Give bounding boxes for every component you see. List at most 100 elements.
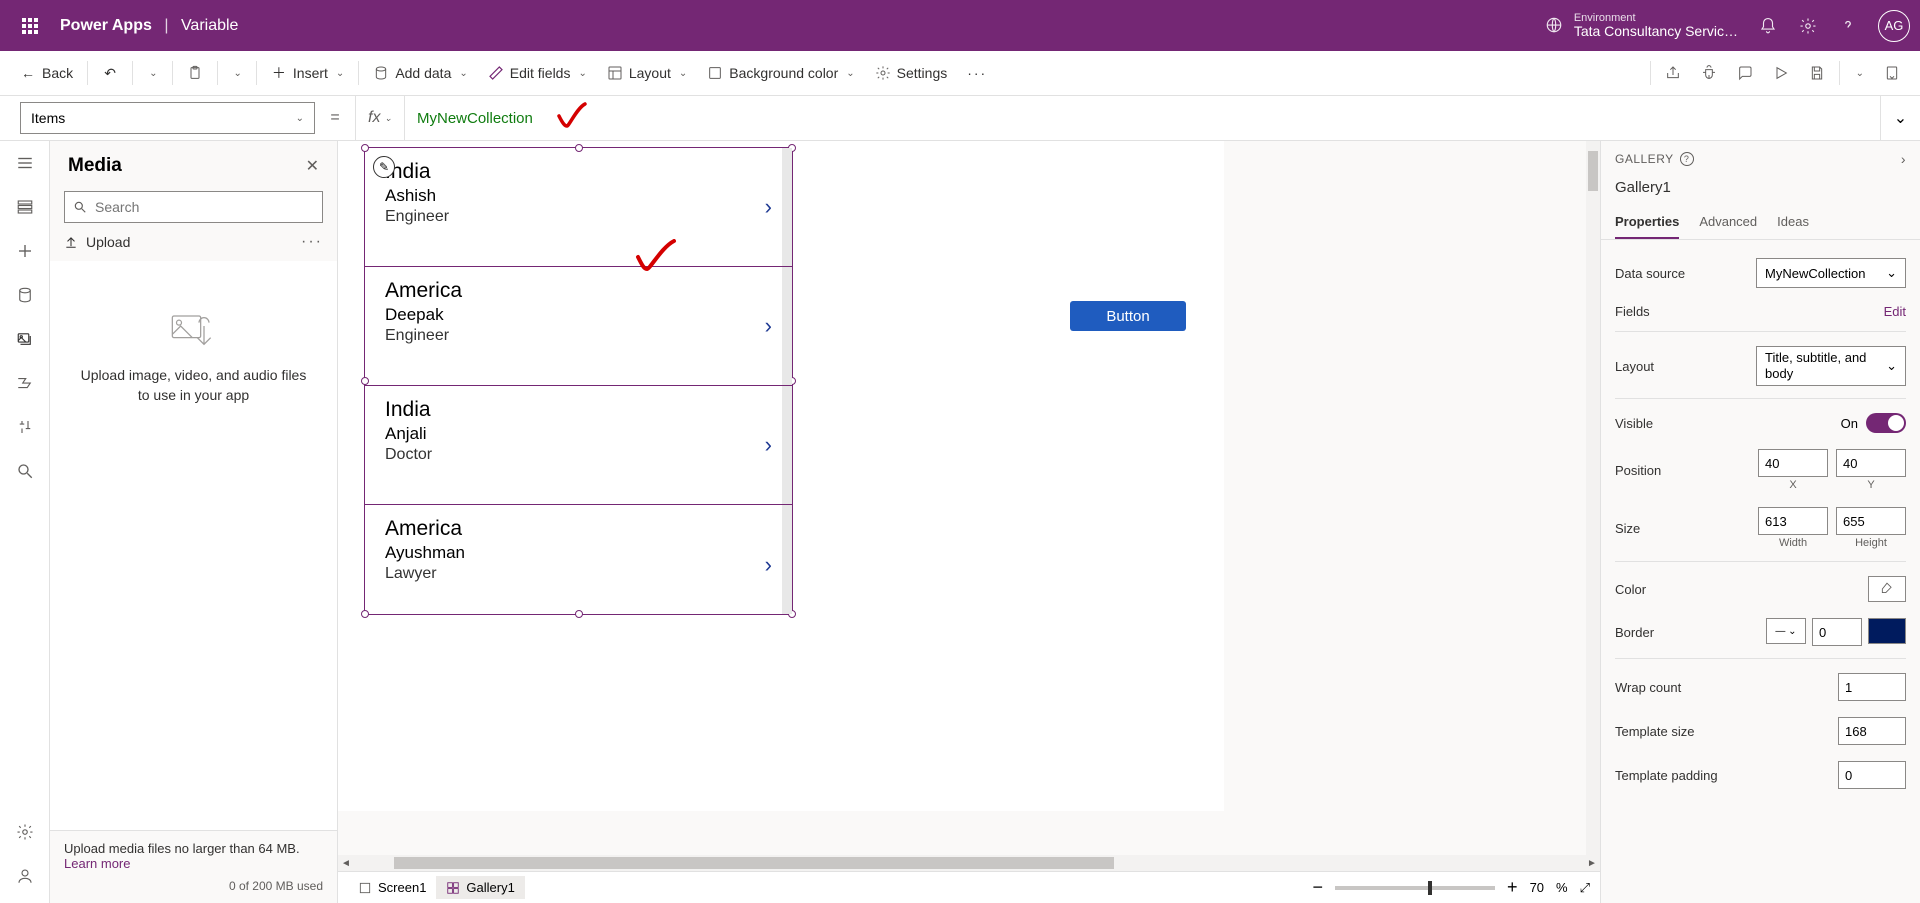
border-width-input[interactable] — [1812, 618, 1862, 646]
publish-button[interactable] — [1874, 59, 1910, 87]
chevron-right-icon[interactable]: › — [765, 552, 772, 578]
color-picker[interactable] — [1868, 576, 1906, 602]
tab-advanced[interactable]: Advanced — [1699, 206, 1757, 239]
visible-label: Visible — [1615, 416, 1653, 431]
media-rail-icon[interactable] — [13, 327, 37, 351]
layout-button[interactable]: Layout ⌄ — [597, 59, 697, 87]
gallery-control[interactable]: ✎ India Ashish Engineer › America Deepak — [364, 147, 793, 615]
help-icon[interactable] — [1838, 16, 1858, 36]
settings-gear-icon[interactable] — [1798, 16, 1818, 36]
hamburger-icon[interactable] — [13, 151, 37, 175]
edit-fields-button[interactable]: Edit fields ⌄ — [478, 59, 597, 87]
property-selector[interactable]: Items ⌄ — [20, 102, 315, 134]
data-rail-icon[interactable] — [13, 283, 37, 307]
item-body: Engineer — [385, 327, 772, 345]
data-source-select[interactable]: MyNewCollection⌄ — [1756, 258, 1906, 288]
chevron-right-icon[interactable]: › — [765, 313, 772, 339]
media-search-input[interactable] — [95, 199, 314, 215]
item-subtitle: Ashish — [385, 186, 772, 206]
save-button[interactable] — [1799, 59, 1835, 87]
save-dropdown[interactable]: ⌄ — [1844, 62, 1874, 85]
power-automate-icon[interactable] — [13, 371, 37, 395]
fx-button[interactable]: fx ⌄ — [355, 96, 405, 141]
template-padding-input[interactable] — [1838, 761, 1906, 789]
formula-expand[interactable]: ⌄ — [1880, 96, 1920, 141]
clipboard-icon — [187, 65, 203, 81]
height-input[interactable] — [1836, 507, 1906, 535]
variables-icon[interactable] — [13, 415, 37, 439]
settings-rail-icon[interactable] — [13, 820, 37, 844]
tab-ideas[interactable]: Ideas — [1777, 206, 1809, 239]
zoom-slider[interactable] — [1335, 886, 1495, 890]
app-checker-button[interactable] — [1691, 59, 1727, 87]
gallery-icon — [446, 881, 460, 895]
insert-rail-icon[interactable] — [13, 239, 37, 263]
position-y-input[interactable] — [1836, 449, 1906, 477]
insert-button[interactable]: ＋ Insert ⌄ — [261, 59, 354, 87]
breadcrumb-gallery[interactable]: Gallery1 — [436, 876, 524, 899]
design-canvas[interactable]: ✎ India Ashish Engineer › America Deepak — [338, 141, 1224, 811]
upload-button[interactable]: Upload — [64, 234, 130, 250]
info-icon[interactable]: ? — [1680, 152, 1694, 166]
panel-expand-icon[interactable]: › — [1901, 151, 1906, 167]
fit-to-window-icon[interactable]: ⤢ — [1580, 880, 1590, 896]
gallery-item[interactable]: India Ashish Engineer › — [365, 148, 792, 267]
tab-properties[interactable]: Properties — [1615, 206, 1679, 239]
brand-title: Power Apps | Variable — [60, 17, 238, 35]
overflow-button[interactable]: ··· — [957, 59, 997, 87]
paste-button[interactable] — [177, 59, 213, 87]
chevron-right-icon[interactable]: › — [765, 194, 772, 220]
search-rail-icon[interactable] — [13, 459, 37, 483]
data-source-label: Data source — [1615, 266, 1685, 281]
comments-button[interactable] — [1727, 59, 1763, 87]
zoom-in-button[interactable]: + — [1507, 877, 1518, 898]
media-placeholder-icon — [169, 311, 219, 351]
canvas-button-control[interactable]: Button — [1070, 301, 1186, 331]
formula-input[interactable]: MyNewCollection — [405, 96, 1880, 141]
width-input[interactable] — [1758, 507, 1828, 535]
formula-bar: Items ⌄ = fx ⌄ MyNewCollection ⌄ — [0, 96, 1920, 141]
preview-button[interactable] — [1763, 59, 1799, 87]
visible-toggle[interactable] — [1866, 413, 1906, 433]
fields-edit-link[interactable]: Edit — [1884, 304, 1906, 319]
settings-button[interactable]: Settings — [865, 59, 958, 87]
undo-button[interactable]: ↶ — [92, 59, 128, 87]
border-style-select[interactable]: — ⌄ — [1766, 618, 1806, 644]
position-x-input[interactable] — [1758, 449, 1828, 477]
learn-more-link[interactable]: Learn more — [64, 856, 130, 871]
edit-template-icon[interactable]: ✎ — [373, 156, 395, 178]
canvas-horizontal-scrollbar[interactable]: ◄► — [338, 855, 1600, 871]
zoom-out-button[interactable]: − — [1313, 877, 1324, 898]
paste-dropdown[interactable]: ⌄ — [222, 62, 252, 85]
item-title: India — [385, 398, 772, 422]
canvas-vertical-scrollbar[interactable] — [1586, 141, 1600, 855]
gallery-item[interactable]: India Anjali Doctor › — [365, 386, 792, 505]
environment-picker[interactable]: Environment Tata Consultancy Servic… — [1544, 12, 1738, 39]
close-icon[interactable]: ✕ — [306, 156, 319, 176]
layout-select[interactable]: Title, subtitle, and body⌄ — [1756, 346, 1906, 386]
position-label: Position — [1615, 463, 1661, 478]
template-size-input[interactable] — [1838, 717, 1906, 745]
breadcrumb-bar: Screen1 Gallery1 − + 70 % ⤢ — [338, 871, 1600, 903]
wrap-count-input[interactable] — [1838, 673, 1906, 701]
undo-dropdown[interactable]: ⌄ — [137, 62, 167, 85]
notifications-icon[interactable] — [1758, 16, 1778, 36]
waffle-menu[interactable] — [10, 18, 50, 34]
share-button[interactable] — [1655, 59, 1691, 87]
breadcrumb-screen[interactable]: Screen1 — [348, 876, 436, 899]
media-more-button[interactable]: ··· — [301, 233, 323, 251]
media-drop-zone[interactable]: Upload image, video, and audio files to … — [50, 261, 337, 830]
tree-view-icon[interactable] — [13, 195, 37, 219]
chevron-right-icon[interactable]: › — [765, 432, 772, 458]
edit-fields-icon — [488, 65, 504, 81]
user-avatar[interactable]: AG — [1878, 10, 1910, 42]
gallery-item[interactable]: America Deepak Engineer › — [365, 267, 792, 386]
gallery-item[interactable]: America Ayushman Lawyer › — [365, 505, 792, 624]
add-data-button[interactable]: Add data ⌄ — [363, 59, 477, 87]
back-button[interactable]: ← Back — [10, 59, 83, 87]
bg-color-button[interactable]: Background color ⌄ — [697, 59, 864, 87]
virtual-agent-icon[interactable] — [13, 864, 37, 888]
environment-icon — [1544, 15, 1564, 35]
border-color-picker[interactable] — [1868, 618, 1906, 644]
media-search[interactable] — [64, 191, 323, 223]
